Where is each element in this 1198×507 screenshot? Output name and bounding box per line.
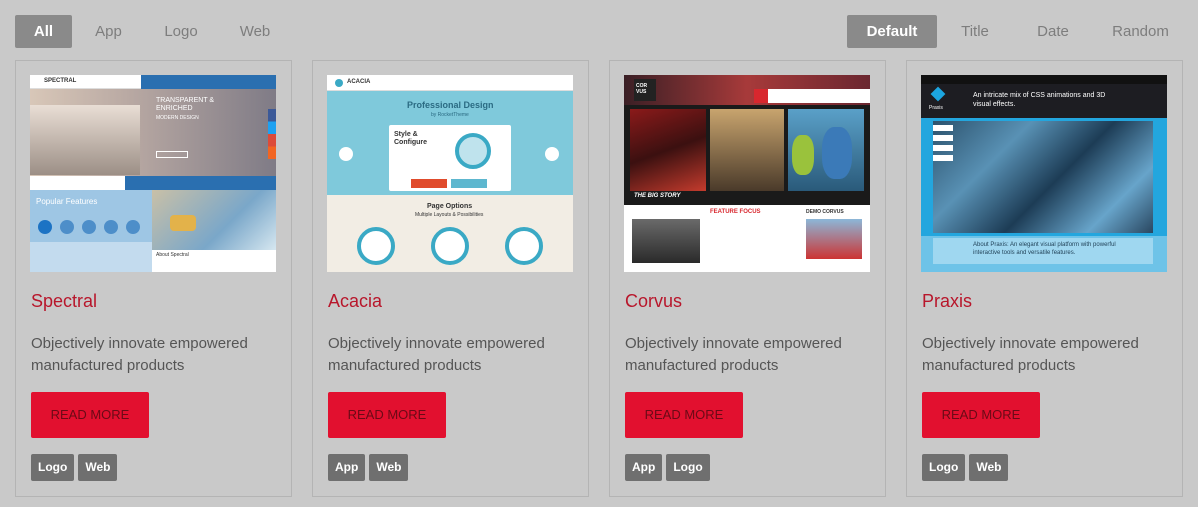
tag-list: Logo Web <box>31 454 118 481</box>
sort-random-button[interactable]: Random <box>1093 15 1188 48</box>
tag-logo[interactable]: Logo <box>922 454 966 481</box>
card-description: Objectively innovate empowered manufactu… <box>625 335 842 374</box>
portfolio-card-acacia: ACACIA Professional Design by RocketThem… <box>312 60 589 497</box>
read-more-button[interactable]: READ MORE <box>328 392 446 438</box>
card-description: Objectively innovate empowered manufactu… <box>328 335 545 374</box>
card-description: Objectively innovate empowered manufactu… <box>31 335 248 374</box>
tag-list: App Logo <box>625 454 710 481</box>
tag-web[interactable]: Web <box>969 454 1009 481</box>
tag-list: Logo Web <box>922 454 1009 481</box>
tag-web[interactable]: Web <box>78 454 118 481</box>
sort-date-button[interactable]: Date <box>1013 15 1093 48</box>
sort-default-button[interactable]: Default <box>847 15 937 48</box>
preview-image-corvus[interactable]: COR VUS THE BIG STORY FEATURE FOCUS DEMO… <box>624 75 870 272</box>
tag-list: App Web <box>328 454 409 481</box>
filter-web-button[interactable]: Web <box>217 15 293 48</box>
card-title[interactable]: Acacia <box>328 291 382 312</box>
tag-app[interactable]: App <box>625 454 663 481</box>
tag-logo[interactable]: Logo <box>31 454 75 481</box>
card-title[interactable]: Spectral <box>31 291 97 312</box>
portfolio-card-corvus: COR VUS THE BIG STORY FEATURE FOCUS DEMO… <box>609 60 886 497</box>
read-more-button[interactable]: READ MORE <box>31 392 149 438</box>
preview-image-acacia[interactable]: ACACIA Professional Design by RocketThem… <box>327 75 573 272</box>
preview-image-spectral[interactable]: SPECTRAL TRANSPARENT & ENRICHED MODERN D… <box>30 75 276 272</box>
card-description: Objectively innovate empowered manufactu… <box>922 335 1139 374</box>
filter-app-button[interactable]: App <box>72 15 145 48</box>
tag-web[interactable]: Web <box>369 454 409 481</box>
sort-title-button[interactable]: Title <box>937 15 1013 48</box>
tag-app[interactable]: App <box>328 454 366 481</box>
read-more-button[interactable]: READ MORE <box>922 392 1040 438</box>
filter-all-button[interactable]: All <box>15 15 72 48</box>
preview-image-praxis[interactable]: Praxis An intricate mix of CSS animation… <box>921 75 1167 272</box>
card-title[interactable]: Corvus <box>625 291 682 312</box>
card-title[interactable]: Praxis <box>922 291 972 312</box>
filter-bar: All App Logo Web <box>15 15 293 48</box>
portfolio-card-spectral: SPECTRAL TRANSPARENT & ENRICHED MODERN D… <box>15 60 292 497</box>
tag-logo[interactable]: Logo <box>666 454 710 481</box>
read-more-button[interactable]: READ MORE <box>625 392 743 438</box>
portfolio-card-praxis: Praxis An intricate mix of CSS animation… <box>906 60 1183 497</box>
filter-logo-button[interactable]: Logo <box>145 15 217 48</box>
sort-bar: Default Title Date Random <box>847 15 1188 48</box>
